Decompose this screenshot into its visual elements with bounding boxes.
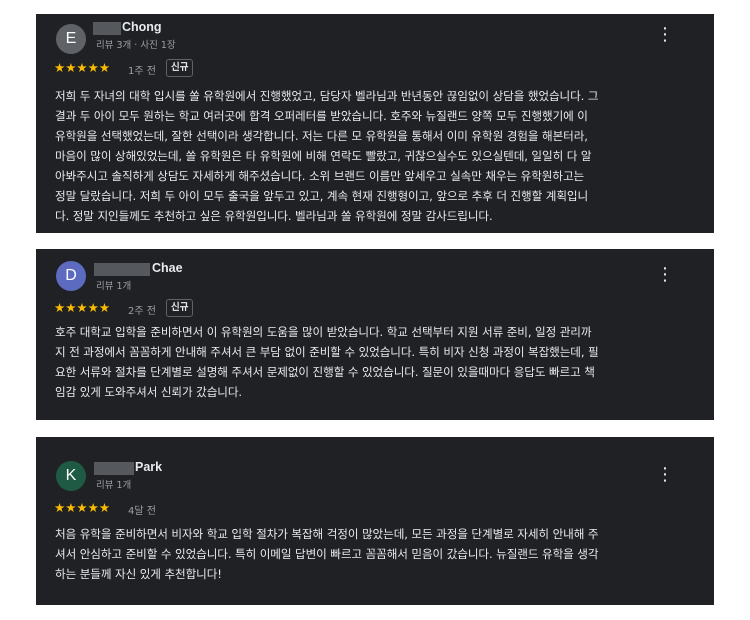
- review-body-line: 지 전 과정에서 꼼꼼하게 안내해 주셔서 큰 부담 없이 준비할 수 있었습니…: [55, 345, 599, 359]
- review-body-line: 저희 두 자녀의 대학 입시를 쏠 유학원에서 진행했었고, 담당자 벨라님과 …: [55, 89, 599, 103]
- review-card: K Park 리뷰 1개 ⋮ ★★★★★ 4달 전 처음 유학을 준비하면서 비…: [36, 437, 714, 605]
- review-body-line: 임감 있게 도와주셔서 신뢰가 갔습니다.: [55, 385, 242, 399]
- more-vert-icon[interactable]: ⋮: [656, 466, 674, 484]
- review-body: 호주 대학교 입학을 준비하면서 이 유학원의 도움을 많이 받았습니다. 학교…: [55, 322, 695, 402]
- new-badge: 신규: [166, 299, 194, 317]
- review-card: D Chae 리뷰 1개 ⋮ ★★★★★ 2주 전 신규 호주 대학교 입학을 …: [36, 249, 714, 420]
- review-time: 2주 전: [128, 306, 156, 317]
- avatar[interactable]: K: [56, 461, 86, 491]
- reviewer-name[interactable]: Park: [135, 460, 162, 474]
- star-rating: ★★★★★: [54, 300, 111, 315]
- reviewer-meta: 리뷰 1개: [96, 480, 132, 491]
- review-body-line: 요한 서류와 절차를 단계별로 설명해 주셔서 문제없이 진행할 수 있었습니다…: [55, 365, 595, 379]
- reviewer-name[interactable]: Chong: [122, 20, 162, 34]
- avatar[interactable]: E: [56, 24, 86, 54]
- review-body-line: 다. 정말 지인들께도 추천하고 싶은 유학원입니다. 벨라님과 쏠 유학원에 …: [55, 209, 493, 223]
- review-body-line: 호주 대학교 입학을 준비하면서 이 유학원의 도움을 많이 받았습니다. 학교…: [55, 325, 592, 339]
- new-badge: 신규: [166, 59, 194, 77]
- avatar[interactable]: D: [56, 261, 86, 291]
- star-rating: ★★★★★: [54, 500, 111, 515]
- review-body-line: 처음 유학을 준비하면서 비자와 학교 입학 절차가 복잡해 걱정이 많았는데,…: [55, 527, 599, 541]
- review-card: E Chong 리뷰 3개 · 사진 1장 ⋮ ★★★★★ 1주 전 신규 저희…: [36, 14, 714, 233]
- review-time: 1주 전: [128, 66, 156, 77]
- review-body-line: 하는 분들께 자신 있게 추천합니다!: [55, 567, 222, 581]
- review-body-line: 유학원을 선택했었는데, 잘한 선택이라 생각합니다. 저는 다른 모 유학원을…: [55, 129, 588, 143]
- review-time: 4달 전: [128, 506, 156, 517]
- reviewer-meta: 리뷰 3개 · 사진 1장: [96, 40, 176, 51]
- review-body: 처음 유학을 준비하면서 비자와 학교 입학 절차가 복잡해 걱정이 많았는데,…: [55, 524, 695, 584]
- review-body-line: 아봐주시고 솔직하게 상담도 자세하게 해주셨습니다. 소위 브랜드 이름만 앞…: [55, 169, 585, 183]
- redacted-name-block: [94, 263, 150, 276]
- review-body-line: 정말 달랐습니다. 저희 두 아이 모두 출국을 앞두고 있고, 계속 현재 진…: [55, 189, 589, 203]
- redacted-name-block: [93, 22, 121, 35]
- more-vert-icon[interactable]: ⋮: [656, 266, 674, 284]
- review-body: 저희 두 자녀의 대학 입시를 쏠 유학원에서 진행했었고, 담당자 벨라님과 …: [55, 86, 695, 226]
- review-body-line: 결과 두 아이 모두 원하는 학교 여러곳에 합격 오퍼레터를 받았습니다. 호…: [55, 109, 588, 123]
- reviewer-meta: 리뷰 1개: [96, 281, 132, 292]
- review-body-line: 마음이 많이 상해있었는데, 쏠 유학원은 타 유학원에 비해 연락도 빨랐고,…: [55, 149, 592, 163]
- review-body-line: 셔서 안심하고 준비할 수 있었습니다. 특히 이메일 답변이 빠르고 꼼꼼해서…: [55, 547, 599, 561]
- star-rating: ★★★★★: [54, 60, 111, 75]
- redacted-name-block: [94, 462, 134, 475]
- reviewer-name[interactable]: Chae: [152, 261, 183, 275]
- more-vert-icon[interactable]: ⋮: [656, 26, 674, 44]
